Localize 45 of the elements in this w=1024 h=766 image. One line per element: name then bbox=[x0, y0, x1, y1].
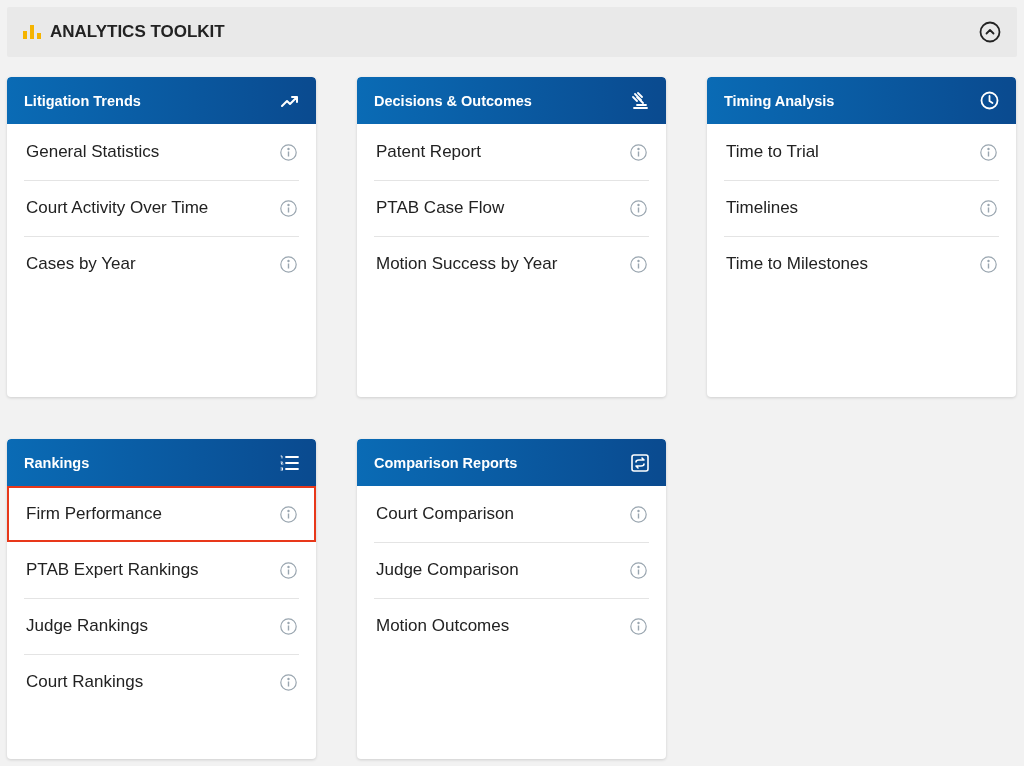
info-icon[interactable] bbox=[280, 199, 297, 217]
report-item[interactable]: Motion Success by Year bbox=[357, 236, 666, 292]
card-title: Decisions & Outcomes bbox=[374, 92, 533, 109]
report-item[interactable]: Court Activity Over Time bbox=[7, 180, 316, 236]
report-item[interactable]: Court Comparison bbox=[357, 486, 666, 542]
report-item[interactable]: Time to Trial bbox=[707, 124, 1016, 180]
numbered-list-icon bbox=[280, 454, 299, 471]
card-title: Comparison Reports bbox=[374, 454, 519, 471]
info-icon[interactable] bbox=[980, 199, 997, 217]
info-icon[interactable] bbox=[280, 505, 297, 523]
collapse-button[interactable] bbox=[979, 21, 1001, 43]
info-icon[interactable] bbox=[280, 617, 297, 635]
gavel-icon bbox=[631, 91, 649, 110]
report-item[interactable]: Motion Outcomes bbox=[357, 598, 666, 654]
report-item[interactable]: Firm Performance bbox=[7, 486, 316, 542]
bar-chart-icon bbox=[23, 25, 41, 39]
info-icon[interactable] bbox=[980, 255, 997, 273]
report-item[interactable]: Patent Report bbox=[357, 124, 666, 180]
card-title: Litigation Trends bbox=[24, 92, 142, 109]
info-icon[interactable] bbox=[630, 561, 647, 579]
report-item[interactable]: PTAB Expert Rankings bbox=[7, 542, 316, 598]
report-item[interactable]: Judge Rankings bbox=[7, 598, 316, 654]
info-icon[interactable] bbox=[630, 505, 647, 523]
info-icon[interactable] bbox=[630, 199, 647, 217]
info-icon[interactable] bbox=[280, 255, 297, 273]
toolkit-title: ANALYTICS TOOLKIT bbox=[50, 22, 226, 42]
report-item[interactable]: General Statistics bbox=[7, 124, 316, 180]
info-icon[interactable] bbox=[280, 561, 297, 579]
report-item[interactable]: Court Rankings bbox=[7, 654, 316, 710]
report-item[interactable]: Time to Milestones bbox=[707, 236, 1016, 292]
card-title: Rankings bbox=[24, 454, 91, 471]
trend-up-icon bbox=[281, 93, 299, 108]
info-icon[interactable] bbox=[280, 143, 297, 161]
info-icon[interactable] bbox=[630, 617, 647, 635]
swap-icon bbox=[631, 453, 649, 472]
clock-icon bbox=[980, 91, 999, 110]
report-item[interactable]: Judge Comparison bbox=[357, 542, 666, 598]
report-item[interactable]: PTAB Case Flow bbox=[357, 180, 666, 236]
report-item[interactable]: Timelines bbox=[707, 180, 1016, 236]
info-icon[interactable] bbox=[630, 255, 647, 273]
card-title: Timing Analysis bbox=[724, 92, 836, 109]
info-icon[interactable] bbox=[980, 143, 997, 161]
info-icon[interactable] bbox=[630, 143, 647, 161]
report-item[interactable]: Cases by Year bbox=[7, 236, 316, 292]
info-icon[interactable] bbox=[280, 673, 297, 691]
